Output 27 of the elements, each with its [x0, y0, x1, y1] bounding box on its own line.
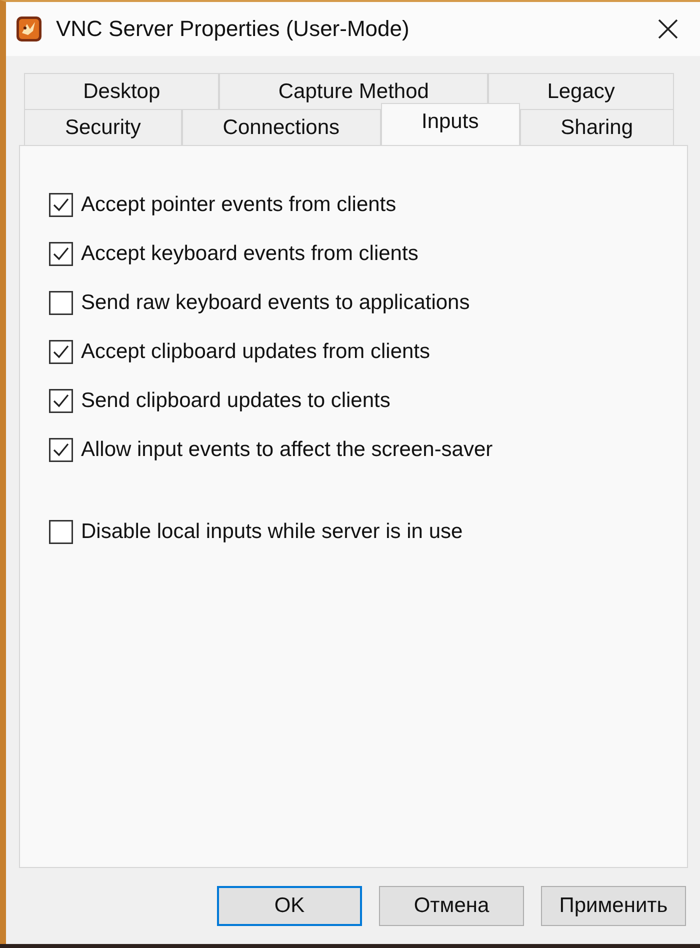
- app-icon: [16, 16, 42, 42]
- tab[interactable]: Security: [24, 109, 182, 145]
- checkbox[interactable]: [49, 290, 73, 314]
- tab[interactable]: Sharing: [520, 109, 674, 145]
- tab[interactable]: Inputs: [380, 103, 520, 145]
- checkbox-label: Allow input events to affect the screen-saver: [81, 438, 493, 462]
- checkbox[interactable]: [49, 242, 73, 266]
- tab[interactable]: Desktop: [24, 73, 220, 109]
- checkbox-label: Send raw keyboard events to applications: [81, 290, 470, 314]
- checkbox[interactable]: [49, 340, 73, 364]
- checkbox-label: Accept pointer events from clients: [81, 192, 396, 216]
- tab[interactable]: Capture Method: [219, 73, 488, 109]
- checkbox-label: Disable local inputs while server is in use: [81, 520, 463, 544]
- dialog-button[interactable]: Применить: [541, 886, 686, 926]
- checkbox[interactable]: [49, 520, 73, 544]
- checkbox[interactable]: [49, 438, 73, 462]
- checkbox-label: Accept keyboard events from clients: [81, 242, 418, 266]
- dialog-button[interactable]: OK: [217, 886, 362, 926]
- checkbox-label: Send clipboard updates to clients: [81, 388, 390, 412]
- checkbox[interactable]: [49, 192, 73, 216]
- checkbox-label: Accept clipboard updates from clients: [81, 340, 430, 364]
- tab[interactable]: Legacy: [488, 73, 674, 109]
- dialog-button[interactable]: Отмена: [379, 886, 524, 926]
- checkbox[interactable]: [49, 388, 73, 412]
- tab[interactable]: Connections: [182, 109, 381, 145]
- close-icon: [658, 19, 678, 39]
- window-title: VNC Server Properties (User-Mode): [56, 16, 410, 42]
